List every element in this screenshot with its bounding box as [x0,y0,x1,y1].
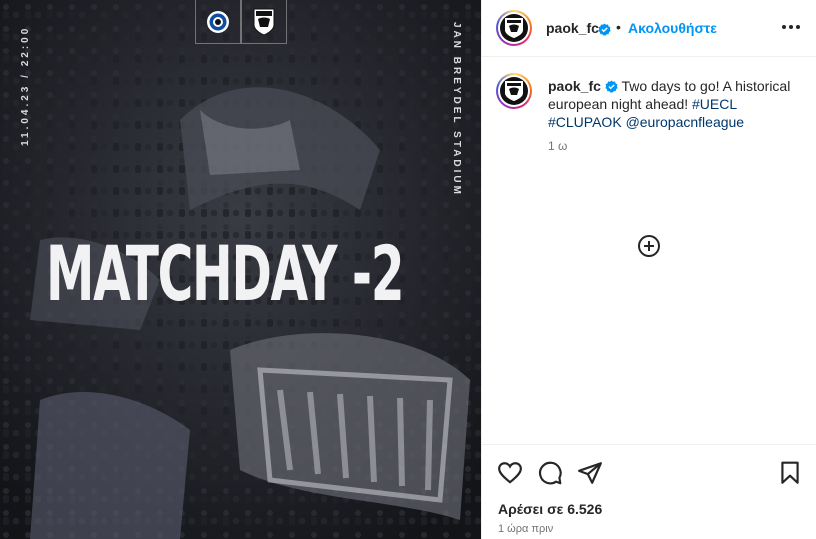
avatar[interactable] [496,73,532,109]
match-date-time: 11.04.23 / 22:00 [20,25,31,146]
hashtag-link[interactable]: #CLUPAOK [548,114,622,130]
mention-link[interactable]: @europacnfleague [626,114,745,130]
comment-bubble-icon[interactable] [537,460,563,486]
post-author-username[interactable]: paok_fc [546,20,599,36]
paok-crest [241,0,287,44]
paok-crest-icon [253,8,275,36]
post-actions: Αρέσει σε 6.526 1 ώρα πριν [482,444,816,539]
club-brugge-crest-icon [207,10,229,33]
matchday-headline: MATCHDAY -2 [46,229,405,318]
caption-username[interactable]: paok_fc [548,78,601,94]
club-brugge-crest [195,0,241,44]
more-options-icon [782,25,786,29]
heart-icon[interactable] [497,460,523,486]
verified-badge-icon [598,23,611,36]
plus-circle-icon[interactable] [637,234,661,258]
caption-age[interactable]: 1 ω [548,139,567,153]
post-timestamp[interactable]: 1 ώρα πριν [498,523,553,535]
verified-badge [598,21,611,39]
venue-name: JAN BREYDEL STADIUM [451,22,462,197]
caption-text: paok_fc Two days to go! A historical eur… [548,77,806,131]
paper-plane-icon[interactable] [577,460,603,486]
separator-dot: • [616,19,621,35]
more-options-button[interactable] [779,17,803,37]
paok-logo-icon [505,18,523,38]
avatar[interactable] [496,10,532,46]
bookmark-icon[interactable] [777,460,803,486]
follow-button[interactable]: Ακολουθήστε [628,20,717,36]
verified-badge-icon [605,80,618,93]
post-media[interactable]: 11.04.23 / 22:00 JAN BREYDEL STADIUM MAT… [0,0,481,539]
post-header: paok_fc • Ακολουθήστε [482,0,816,57]
hashtag-link[interactable]: #UECL [692,96,737,112]
post-details-panel: paok_fc • Ακολουθήστε paok_fc Two days t… [481,0,816,539]
likes-count[interactable]: Αρέσει σε 6.526 [498,501,602,517]
paok-logo-icon [505,81,523,101]
